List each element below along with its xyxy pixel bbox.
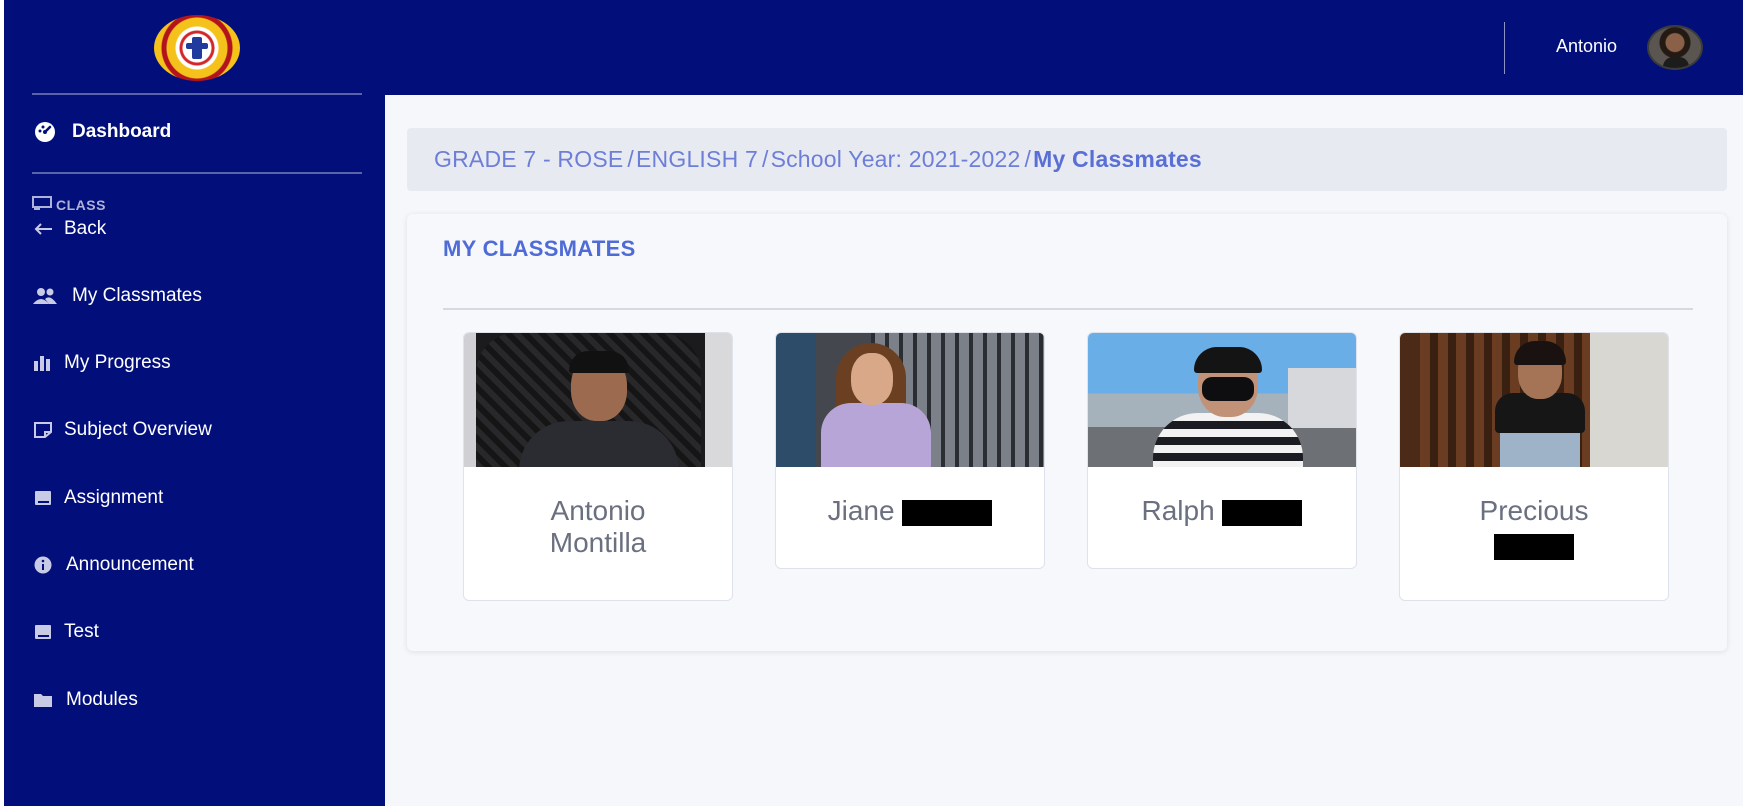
- card-title: MY CLASSMATES: [443, 236, 636, 261]
- redacted-last-name: [1222, 499, 1303, 526]
- bar-chart-icon: [32, 352, 54, 374]
- sidebar-item-label: Dashboard: [72, 121, 172, 142]
- sidebar-divider: [32, 172, 362, 174]
- photo-part: [1153, 413, 1303, 467]
- sidebar-item-label: Modules: [66, 689, 138, 710]
- users-icon: [32, 285, 58, 307]
- photo-part: [1194, 347, 1262, 373]
- sidebar-item-label: My Progress: [64, 352, 171, 373]
- classmate-photo: [464, 333, 732, 467]
- redacted-last-name: [1494, 533, 1574, 560]
- sidebar-item-back[interactable]: Back: [32, 218, 106, 240]
- sidebar-section-class: CLASS: [32, 196, 106, 213]
- book-icon: [32, 487, 54, 509]
- classmate-first-name: Precious: [1479, 495, 1589, 526]
- dashboard-icon: [32, 121, 58, 143]
- classmate-name: Ralph: [1088, 467, 1356, 527]
- redacted-last-name: [902, 499, 993, 526]
- classmate-name: Precious: [1400, 467, 1668, 561]
- logo-cross-part: [186, 43, 208, 49]
- sidebar-item-subject-overview[interactable]: Subject Overview: [32, 419, 212, 441]
- photo-part: [1202, 377, 1254, 401]
- card-divider: [443, 308, 1693, 310]
- photo-part: [519, 421, 679, 467]
- classmate-photo: [776, 333, 1044, 467]
- sidebar-item-my-classmates[interactable]: My Classmates: [32, 285, 202, 307]
- info-icon: [32, 554, 54, 576]
- breadcrumb-item-active: My Classmates: [1033, 146, 1202, 172]
- sidebar-item-modules[interactable]: Modules: [32, 689, 138, 711]
- photo-part: [1495, 393, 1585, 433]
- sidebar-item-dashboard[interactable]: Dashboard: [32, 121, 171, 143]
- classmate-first-name: Ralph: [1141, 495, 1215, 526]
- breadcrumb-separator: /: [627, 146, 634, 172]
- classmate-first-name: Antonio: [550, 495, 646, 526]
- sidebar-item-test[interactable]: Test: [32, 621, 99, 643]
- book-icon: [32, 621, 54, 643]
- photo-part: [851, 353, 893, 405]
- breadcrumb-item-grade[interactable]: GRADE 7 - ROSE: [434, 146, 623, 173]
- breadcrumb-item-subject[interactable]: ENGLISH 7: [636, 146, 758, 173]
- photo-part: [821, 403, 931, 467]
- classmate-name: Jiane: [776, 467, 1044, 527]
- sidebar-item-assignment[interactable]: Assignment: [32, 487, 163, 509]
- sidebar-item-announcement[interactable]: Announcement: [32, 554, 194, 576]
- folder-icon: [32, 689, 54, 711]
- classmates-card: MY CLASSMATES Antonio Montilla Jiane Ral…: [407, 214, 1727, 651]
- classmate-name: Antonio Montilla: [464, 467, 732, 559]
- photo-part: [1514, 341, 1566, 365]
- classmate-photo: [1400, 333, 1668, 467]
- sidebar-item-label: Announcement: [66, 554, 194, 575]
- classmate-card[interactable]: Antonio Montilla: [463, 332, 733, 601]
- user-name[interactable]: Antonio: [1556, 36, 1617, 57]
- sidebar-item-label: Assignment: [64, 487, 164, 508]
- breadcrumb-separator: /: [761, 146, 769, 172]
- sidebar-item-my-progress[interactable]: My Progress: [32, 352, 171, 374]
- photo-part: [569, 351, 629, 373]
- sidebar-section-label: CLASS: [56, 196, 106, 213]
- sidebar-item-label: My Classmates: [72, 285, 202, 306]
- header-divider: [1504, 22, 1505, 74]
- sidebar-item-label: Subject Overview: [64, 419, 212, 440]
- breadcrumb-separator: /: [1024, 146, 1032, 172]
- classmate-card[interactable]: Jiane: [775, 332, 1045, 569]
- breadcrumb-item-school-year[interactable]: School Year: 2021-2022: [771, 146, 1021, 173]
- sidebar-item-label: Test: [64, 621, 99, 642]
- breadcrumb: GRADE 7 - ROSE / ENGLISH 7 / School Year…: [407, 128, 1727, 191]
- sidebar-divider: [32, 93, 362, 95]
- sidebar: Dashboard CLASS Back My Classmates My Pr…: [4, 93, 385, 806]
- main-content: GRADE 7 - ROSE / ENGLISH 7 / School Year…: [385, 95, 1743, 806]
- sticky-note-icon: [32, 419, 54, 441]
- classmate-photo: [1088, 333, 1356, 467]
- sidebar-item-label: Back: [64, 218, 107, 239]
- classmate-card[interactable]: Precious: [1399, 332, 1669, 601]
- user-avatar[interactable]: [1647, 25, 1703, 70]
- classmate-first-name: Jiane: [827, 495, 895, 526]
- classmate-last-name: Montilla: [549, 527, 647, 558]
- top-navbar: Antonio: [4, 0, 1743, 95]
- arrow-left-icon: [32, 218, 54, 240]
- photo-part: [1500, 431, 1580, 467]
- chalkboard-icon: [32, 196, 52, 213]
- photo-part: [1288, 368, 1356, 428]
- school-logo-icon[interactable]: [154, 15, 240, 81]
- classmate-card[interactable]: Ralph: [1087, 332, 1357, 569]
